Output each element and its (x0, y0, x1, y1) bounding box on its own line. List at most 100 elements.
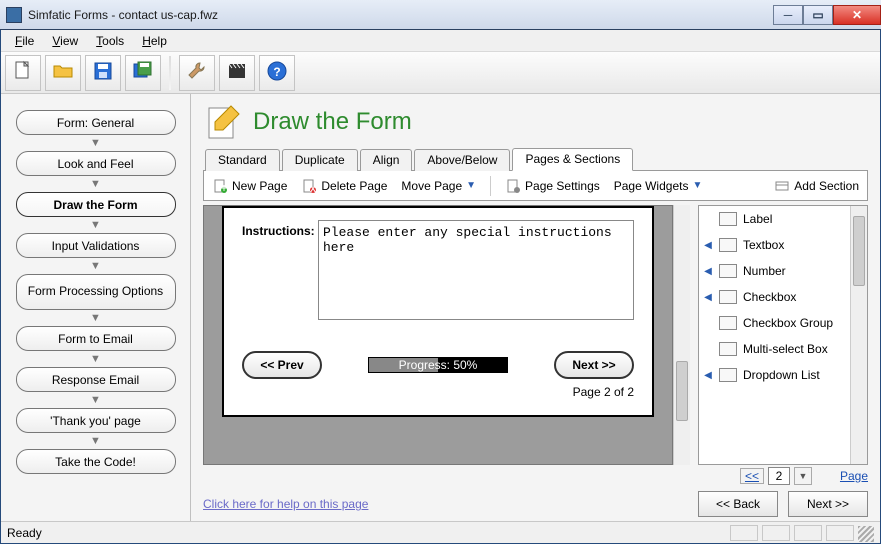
label-icon (719, 212, 737, 226)
scrollbar-thumb[interactable] (853, 216, 865, 286)
page-title: Draw the Form (253, 108, 412, 136)
wizard-back-button[interactable]: << Back (698, 491, 778, 517)
move-page-dropdown[interactable]: Move Page ▼ (401, 179, 476, 193)
open-button[interactable] (45, 55, 81, 91)
tab-align[interactable]: Align (360, 149, 413, 171)
progress-bar: Progress: 50% (368, 357, 508, 373)
step-draw-the-form[interactable]: Draw the Form (16, 192, 176, 217)
page-settings-icon (505, 178, 521, 194)
open-folder-icon (51, 59, 75, 86)
step-form-processing-options[interactable]: Form Processing Options (16, 274, 176, 310)
page-counter: Page 2 of 2 (242, 385, 634, 399)
palette-item-checkbox[interactable]: ◀Checkbox (703, 290, 846, 304)
canvas-scrollbar[interactable] (673, 205, 690, 465)
help-button[interactable]: ? (259, 55, 295, 91)
svg-text:+: + (220, 181, 227, 194)
delete-page-label: Delete Page (321, 179, 387, 193)
pager-dropdown-button[interactable]: ▼ (794, 467, 812, 485)
status-text: Ready (7, 526, 726, 540)
palette-scrollbar[interactable] (850, 206, 867, 464)
script-button[interactable] (219, 55, 255, 91)
status-cell (826, 525, 854, 541)
chevron-down-icon: ▼ (90, 262, 101, 270)
save-all-button[interactable] (125, 55, 161, 91)
tab-above-below[interactable]: Above/Below (414, 149, 510, 171)
expand-arrow-icon[interactable]: ◀ (703, 370, 713, 381)
textbox-icon (719, 238, 737, 252)
step-response-email[interactable]: Response Email (16, 367, 176, 392)
menu-view[interactable]: View (44, 32, 86, 50)
tab-pages-sections[interactable]: Pages & Sections (512, 148, 633, 171)
step-input-validations[interactable]: Input Validations (16, 233, 176, 258)
new-file-icon (11, 59, 35, 86)
menu-tools[interactable]: Tools (88, 32, 132, 50)
save-icon (91, 59, 115, 86)
wizard-sidebar: Form: General ▼ Look and Feel ▼ Draw the… (1, 94, 191, 521)
step-form-to-email[interactable]: Form to Email (16, 326, 176, 351)
wizard-next-button[interactable]: Next >> (788, 491, 868, 517)
form-next-button[interactable]: Next >> (554, 351, 634, 379)
palette-item-multiselect[interactable]: Multi-select Box (703, 342, 846, 356)
pager-page-link[interactable]: Page (840, 469, 868, 483)
palette-item-text: Label (743, 212, 772, 226)
step-form-general[interactable]: Form: General (16, 110, 176, 135)
palette-item-label[interactable]: Label (703, 212, 846, 226)
clapper-icon (225, 59, 249, 86)
step-thank-you-page[interactable]: 'Thank you' page (16, 408, 176, 433)
palette-item-textbox[interactable]: ◀Textbox (703, 238, 846, 252)
expand-arrow-icon[interactable]: ◀ (703, 266, 713, 277)
main-toolbar: ? (1, 52, 880, 94)
save-button[interactable] (85, 55, 121, 91)
palette-item-dropdown[interactable]: ◀ Dropdown List (703, 368, 846, 382)
expand-arrow-icon[interactable]: ◀ (703, 292, 713, 303)
settings-button[interactable] (179, 55, 215, 91)
dropdown-arrow-icon: ▼ (692, 180, 702, 191)
form-prev-button[interactable]: << Prev (242, 351, 322, 379)
page-add-icon: + (212, 178, 228, 194)
help-link[interactable]: Click here for help on this page (203, 497, 368, 511)
palette-item-number[interactable]: ◀ Number (703, 264, 846, 278)
section-icon (774, 178, 790, 194)
tab-strip: Standard Duplicate Align Above/Below Pag… (203, 148, 868, 171)
palette-item-text: Number (743, 264, 786, 278)
page-delete-icon: x (301, 178, 317, 194)
status-bar: Ready (1, 521, 880, 543)
expand-arrow-icon[interactable]: ◀ (703, 240, 713, 251)
instructions-textarea[interactable] (318, 220, 634, 320)
delete-page-button[interactable]: x Delete Page (301, 178, 387, 194)
pager-prev-button[interactable]: << (740, 468, 764, 484)
palette-item-text: Dropdown List (743, 368, 820, 382)
tab-standard[interactable]: Standard (205, 149, 280, 171)
resize-grip-icon[interactable] (858, 526, 874, 542)
checkbox-icon (719, 290, 737, 304)
draw-form-icon (203, 102, 243, 142)
tab-duplicate[interactable]: Duplicate (282, 149, 358, 171)
scrollbar-thumb[interactable] (676, 361, 688, 421)
new-file-button[interactable] (5, 55, 41, 91)
close-button[interactable]: ✕ (833, 5, 881, 25)
minimize-button[interactable]: ─ (773, 5, 803, 25)
form-page[interactable]: Instructions: << Prev Progress: 50% (222, 206, 654, 417)
svg-text:x: x (310, 181, 316, 194)
new-page-button[interactable]: + New Page (212, 178, 287, 194)
add-section-button[interactable]: Add Section (774, 178, 859, 194)
menubar: File View Tools Help (1, 30, 880, 52)
canvas-background[interactable]: Instructions: << Prev Progress: 50% (203, 205, 673, 465)
instructions-label: Instructions: (242, 220, 312, 323)
titlebar: Simfatic Forms - contact us-cap.fwz ─ ▭ … (0, 0, 881, 30)
chevron-down-icon: ▼ (90, 355, 101, 363)
page-widgets-label: Page Widgets (614, 179, 689, 193)
page-widgets-dropdown[interactable]: Page Widgets ▼ (614, 179, 703, 193)
step-take-the-code[interactable]: Take the Code! (16, 449, 176, 474)
page-settings-button[interactable]: Page Settings (505, 178, 600, 194)
step-look-and-feel[interactable]: Look and Feel (16, 151, 176, 176)
chevron-down-icon: ▼ (90, 396, 101, 404)
pager-page-input[interactable] (768, 467, 790, 485)
menu-help[interactable]: Help (134, 32, 175, 50)
save-all-icon (131, 59, 155, 86)
chevron-down-icon: ▼ (90, 314, 101, 322)
maximize-button[interactable]: ▭ (803, 5, 833, 25)
menu-file[interactable]: File (7, 32, 42, 50)
palette-item-checkbox-group[interactable]: Checkbox Group (703, 316, 846, 330)
page-settings-label: Page Settings (525, 179, 600, 193)
